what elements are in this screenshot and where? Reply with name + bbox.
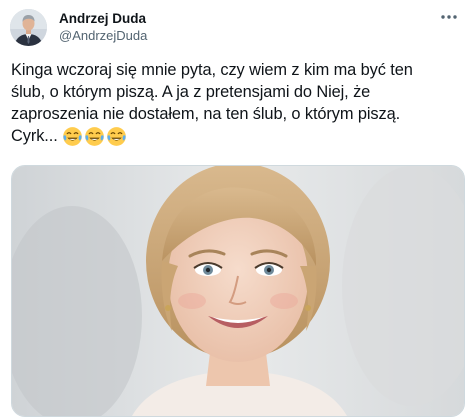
tweet-card: Andrzej Duda @AndrzejDuda Kinga wczoraj … [0,0,474,417]
tweet-line-last: Cyrk... [11,125,469,148]
photo-image [12,166,464,416]
author-name[interactable]: Andrzej Duda [59,11,146,26]
emoji-group [62,126,128,148]
more-options-button[interactable] [436,8,462,26]
tweet-photo[interactable] [11,165,465,417]
author-handle[interactable]: @AndrzejDuda [59,28,147,43]
tweet-line: ślub, o którym piszą. A ja z pretensjami… [11,83,371,101]
tears-of-joy-emoji [106,126,126,146]
tears-of-joy-emoji [62,126,82,146]
tweet-line: zaproszenia nie dostałem, na ten ślub, o… [11,105,401,123]
more-horizontal-icon [441,15,457,19]
avatar-image [10,9,47,46]
tweet-text: Kinga wczoraj się mnie pyta, czy wiem z … [11,59,469,148]
tweet-line-text: Cyrk... [11,127,58,145]
tears-of-joy-emoji [84,126,104,146]
tweet-line: Kinga wczoraj się mnie pyta, czy wiem z … [11,61,413,79]
avatar[interactable] [10,9,47,46]
